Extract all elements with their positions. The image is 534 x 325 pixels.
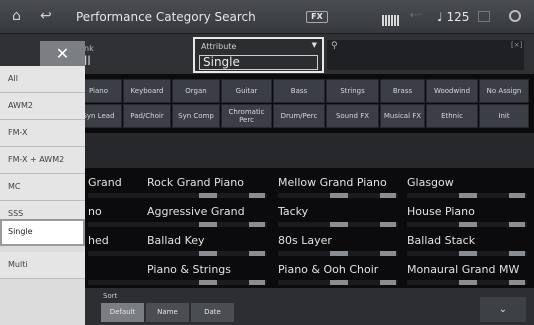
dropdown-option-fmx[interactable]: FM-X — [0, 120, 85, 147]
category-button[interactable]: Musical FX — [380, 104, 425, 128]
dropdown-option-fmx-awm2[interactable]: FM-X + AWM2 — [0, 147, 85, 174]
keyboard-icon — [382, 11, 404, 26]
category-button[interactable]: Keyboard — [123, 79, 171, 103]
result-name: Monaural Grand MW — [407, 263, 520, 276]
result-tags — [407, 251, 527, 256]
result-item[interactable]: Rock Grand Piano — [143, 172, 271, 199]
close-button[interactable]: ✕ — [40, 41, 85, 66]
result-tags — [147, 280, 267, 285]
result-item[interactable]: Piano & Ooh Choir — [274, 259, 402, 286]
fx-indicator: FX — [306, 11, 328, 23]
result-item[interactable]: 80s Layer — [274, 230, 402, 257]
page-title: Performance Category Search — [76, 10, 256, 24]
category-button[interactable]: Strings — [326, 79, 379, 103]
category-button[interactable]: No Assign — [479, 79, 529, 103]
clear-icon[interactable]: [×] — [511, 41, 522, 49]
result-tags — [147, 222, 267, 227]
quick-access-icon[interactable] — [478, 11, 490, 22]
attribute-dropdown: All AWM2 FM-X FM-X + AWM2 MC SSS Single … — [0, 66, 85, 325]
result-name: Piano & Strings — [147, 263, 232, 276]
result-item[interactable]: Mellow Grand Piano — [274, 172, 402, 199]
result-item[interactable]: Ballad Stack — [403, 230, 531, 257]
dropdown-option-all[interactable]: All — [0, 66, 85, 93]
result-name: Glasgow — [407, 176, 454, 189]
home-icon[interactable]: ⌂ — [12, 9, 21, 23]
result-tags — [278, 280, 398, 285]
attribute-value: Single — [199, 55, 318, 70]
midi-icon: ⇠· — [410, 10, 422, 21]
dropdown-arrow-icon: ▼ — [311, 41, 317, 49]
bank-value[interactable]: ll — [84, 54, 91, 68]
result-name: Grand — [88, 176, 122, 189]
tempo-display[interactable]: ♩ 125 — [437, 10, 469, 24]
dropdown-option-single[interactable]: Single — [0, 219, 85, 246]
result-tags — [278, 193, 398, 198]
sort-label: Sort — [103, 292, 118, 300]
category-button[interactable]: Guitar — [221, 79, 272, 103]
result-name: Rock Grand Piano — [147, 176, 244, 189]
result-tags — [407, 280, 527, 285]
result-name: House Piano — [407, 205, 475, 218]
search-icon: ⚲ — [331, 41, 338, 51]
category-button[interactable]: Brass — [380, 79, 425, 103]
sort-name-button[interactable]: Name — [146, 303, 189, 322]
result-name: hed — [88, 234, 109, 247]
dropdown-option-awm2[interactable]: AWM2 — [0, 93, 85, 120]
category-button[interactable]: Init — [479, 104, 529, 128]
category-button[interactable]: Organ — [172, 79, 220, 103]
result-name: Aggressive Grand — [147, 205, 245, 218]
sort-date-button[interactable]: Date — [191, 303, 234, 322]
result-tags — [147, 251, 267, 256]
category-button[interactable]: Chromatic Perc — [221, 104, 272, 128]
dropdown-option-multi[interactable]: Multi — [0, 252, 85, 279]
result-name: Ballad Key — [147, 234, 205, 247]
category-button[interactable]: Pad/Choir — [123, 104, 171, 128]
result-name: 80s Layer — [278, 234, 332, 247]
result-tags — [147, 193, 267, 198]
result-item[interactable]: Monaural Grand MW — [403, 259, 531, 286]
result-name: Tacky — [278, 205, 309, 218]
result-tags — [407, 193, 527, 198]
return-arrow-icon[interactable]: ↩ — [40, 9, 52, 23]
attribute-label: Attribute — [201, 42, 237, 51]
result-name: no — [88, 205, 102, 218]
result-name: Piano & Ooh Choir — [278, 263, 379, 276]
result-item[interactable]: Tacky — [274, 201, 402, 228]
category-button[interactable]: Bass — [273, 79, 325, 103]
category-button[interactable]: Ethnic — [426, 104, 478, 128]
category-button[interactable]: Sound FX — [326, 104, 379, 128]
result-tags — [278, 222, 398, 227]
result-item[interactable]: Ballad Key — [143, 230, 271, 257]
category-button[interactable]: Syn Comp — [172, 104, 220, 128]
category-button[interactable]: Woodwind — [426, 79, 478, 103]
result-tags — [407, 222, 527, 227]
dropdown-option-mc[interactable]: MC — [0, 174, 85, 201]
category-button[interactable]: Drum/Perc — [273, 104, 325, 128]
result-tags — [278, 251, 398, 256]
bank-label: nk — [84, 44, 94, 53]
sort-default-button[interactable]: Default — [101, 303, 144, 322]
attribute-selector[interactable]: Attribute ▼ Single — [193, 37, 324, 73]
search-input[interactable] — [327, 40, 524, 70]
result-item[interactable]: Piano & Strings — [143, 259, 271, 286]
result-item[interactable]: Glasgow — [403, 172, 531, 199]
settings-circle-icon[interactable] — [509, 10, 521, 22]
chevron-down-icon[interactable]: ⌄ — [480, 297, 526, 322]
result-item[interactable]: House Piano — [403, 201, 531, 228]
top-bar: ⌂ ↩ Performance Category Search FX ⇠· ♩ … — [0, 0, 534, 34]
result-item[interactable]: Aggressive Grand — [143, 201, 271, 228]
result-name: Mellow Grand Piano — [278, 176, 387, 189]
result-name: Ballad Stack — [407, 234, 476, 247]
